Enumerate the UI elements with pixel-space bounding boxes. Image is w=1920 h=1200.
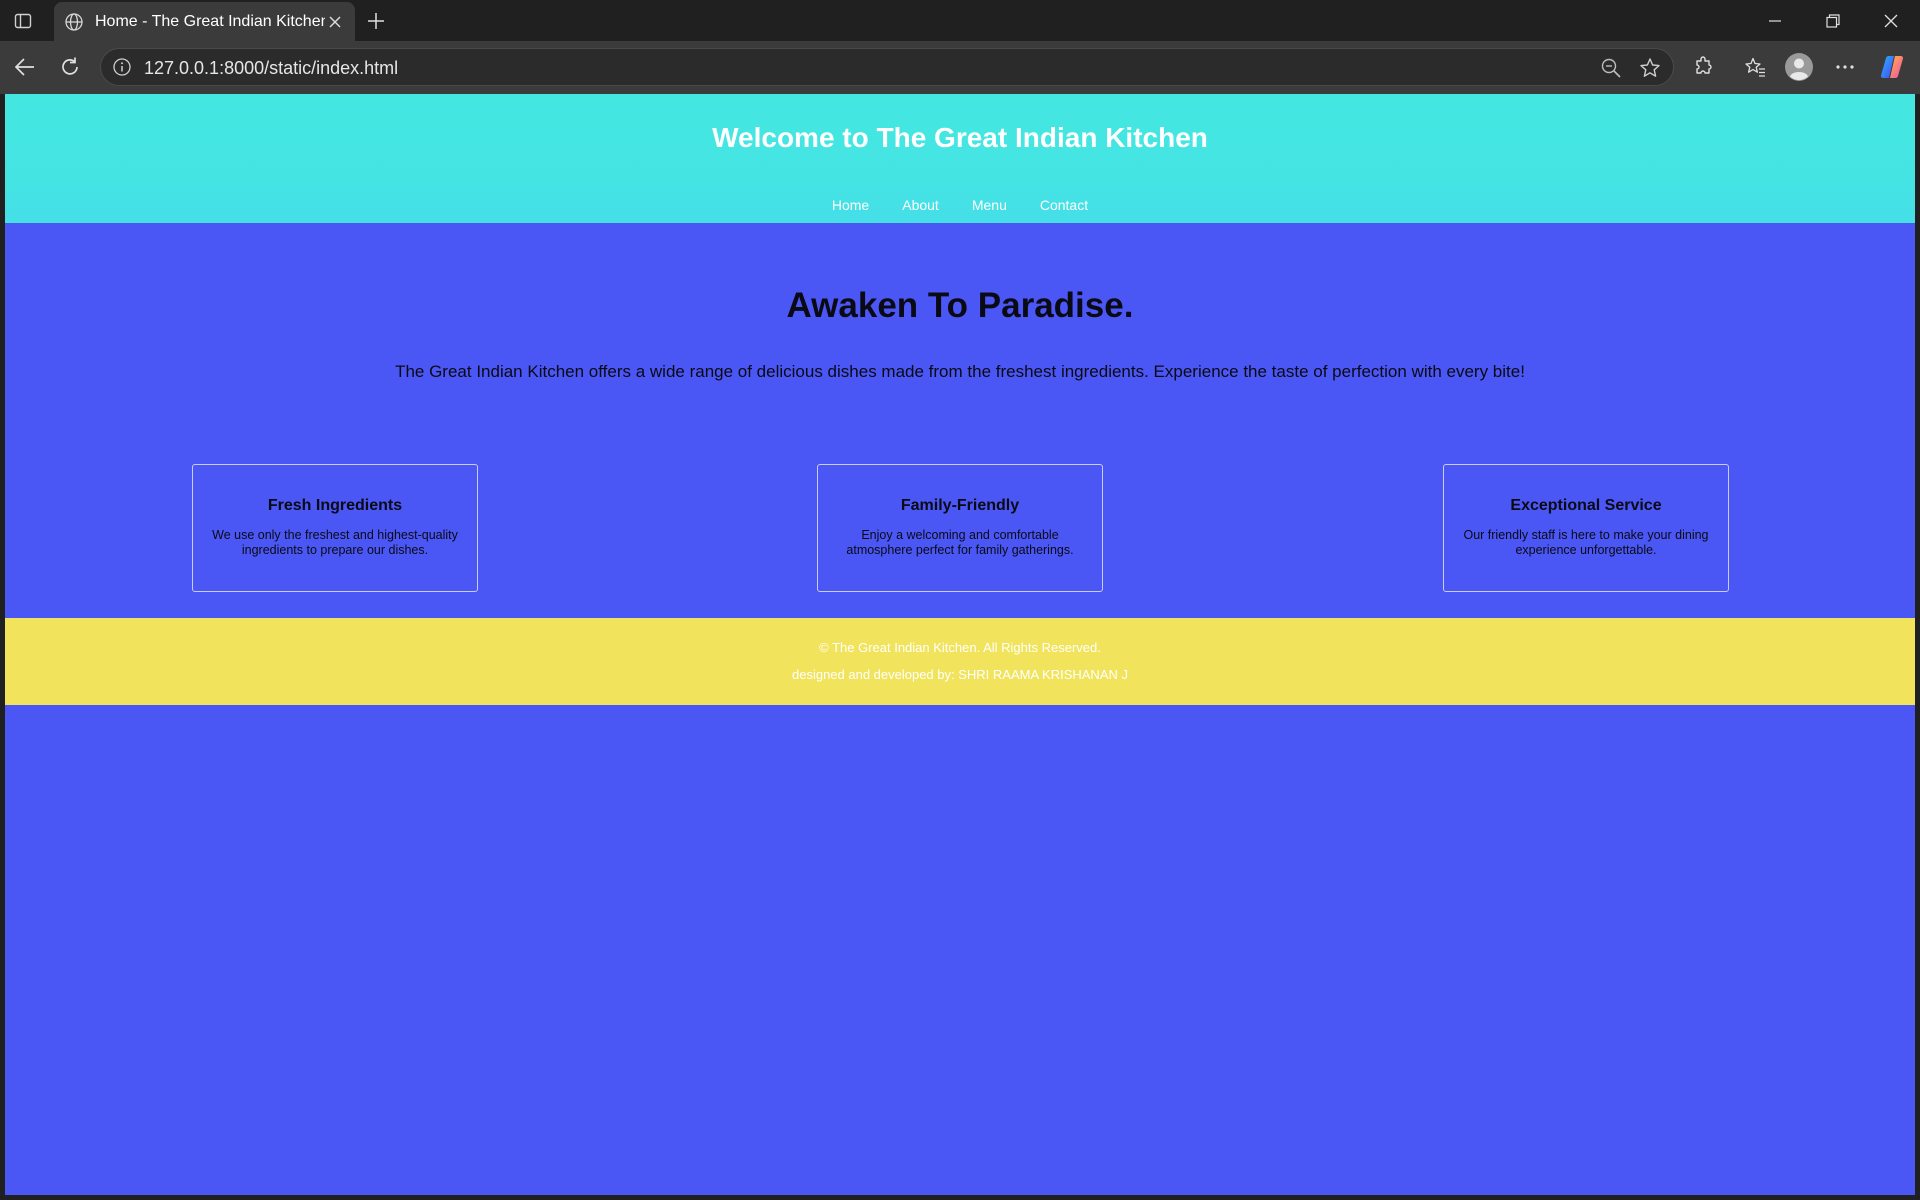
browser-tab-bar: Home - The Great Indian Kitchen [0,0,1920,41]
hero-text: The Great Indian Kitchen offers a wide r… [395,362,1525,381]
more-options-icon[interactable] [1829,51,1861,83]
favorite-star-icon[interactable] [1639,57,1661,79]
browser-toolbar: 127.0.0.1:8000/static/index.html [0,41,1920,94]
feature-card-exceptional-service: Exceptional Service Our friendly staff i… [1443,464,1729,592]
page-viewport: Welcome to The Great Indian Kitchen Home… [5,94,1915,1195]
nav-link-about[interactable]: About [902,197,939,213]
url-text: 127.0.0.1:8000/static/index.html [144,58,399,78]
feature-text: Enjoy a welcoming and comfortable atmosp… [846,528,1074,557]
feature-title: Fresh Ingredients [267,497,403,514]
nav-link-home[interactable]: Home [832,197,869,213]
feature-title: Family-Friendly [900,497,1020,514]
nav-link-contact[interactable]: Contact [1040,197,1088,213]
back-icon[interactable] [9,51,41,83]
restore-icon[interactable] [1805,0,1861,41]
site-info-icon[interactable] [112,57,132,77]
feature-text: Our friendly staff is here to make your … [1463,528,1709,557]
reload-icon[interactable] [54,51,86,83]
main-nav: Home About Menu Contact [5,187,1915,223]
globe-icon [64,12,84,32]
extensions-icon[interactable] [1687,51,1719,83]
feature-title: Exceptional Service [1510,497,1662,514]
hero-heading: Awaken To Paradise. [786,286,1134,325]
feature-card-fresh-ingredients: Fresh Ingredients We use only the freshe… [192,464,478,592]
window-bottom-edge [0,1195,1920,1200]
new-tab-icon[interactable] [364,9,388,33]
features-section: Fresh Ingredients We use only the freshe… [5,464,1915,594]
site-header: Welcome to The Great Indian Kitchen Home… [5,94,1915,223]
favorites-icon[interactable] [1739,51,1771,83]
footer-copyright: © The Great Indian Kitchen. All Rights R… [819,640,1101,655]
feature-text: We use only the freshest and highest-qua… [212,528,458,557]
zoom-out-icon[interactable] [1600,57,1622,79]
footer-credit: designed and developed by: SHRI RAAMA KR… [791,667,1128,682]
close-tab-icon[interactable] [325,12,345,32]
tab-actions-icon[interactable] [10,9,36,33]
copilot-icon[interactable] [1876,51,1908,83]
browser-tab[interactable]: Home - The Great Indian Kitchen [54,2,355,41]
minimize-icon[interactable] [1747,0,1803,41]
profile-avatar-icon[interactable] [1783,51,1815,83]
site-footer: © The Great Indian Kitchen. All Rights R… [5,618,1915,705]
nav-link-menu[interactable]: Menu [972,197,1007,213]
feature-card-family-friendly: Family-Friendly Enjoy a welcoming and co… [817,464,1103,592]
tab-title: Home - The Great Indian Kitchen [95,12,325,30]
close-window-icon[interactable] [1863,0,1919,41]
site-title: Welcome to The Great Indian Kitchen [712,122,1208,153]
address-bar[interactable]: 127.0.0.1:8000/static/index.html [100,48,1674,86]
